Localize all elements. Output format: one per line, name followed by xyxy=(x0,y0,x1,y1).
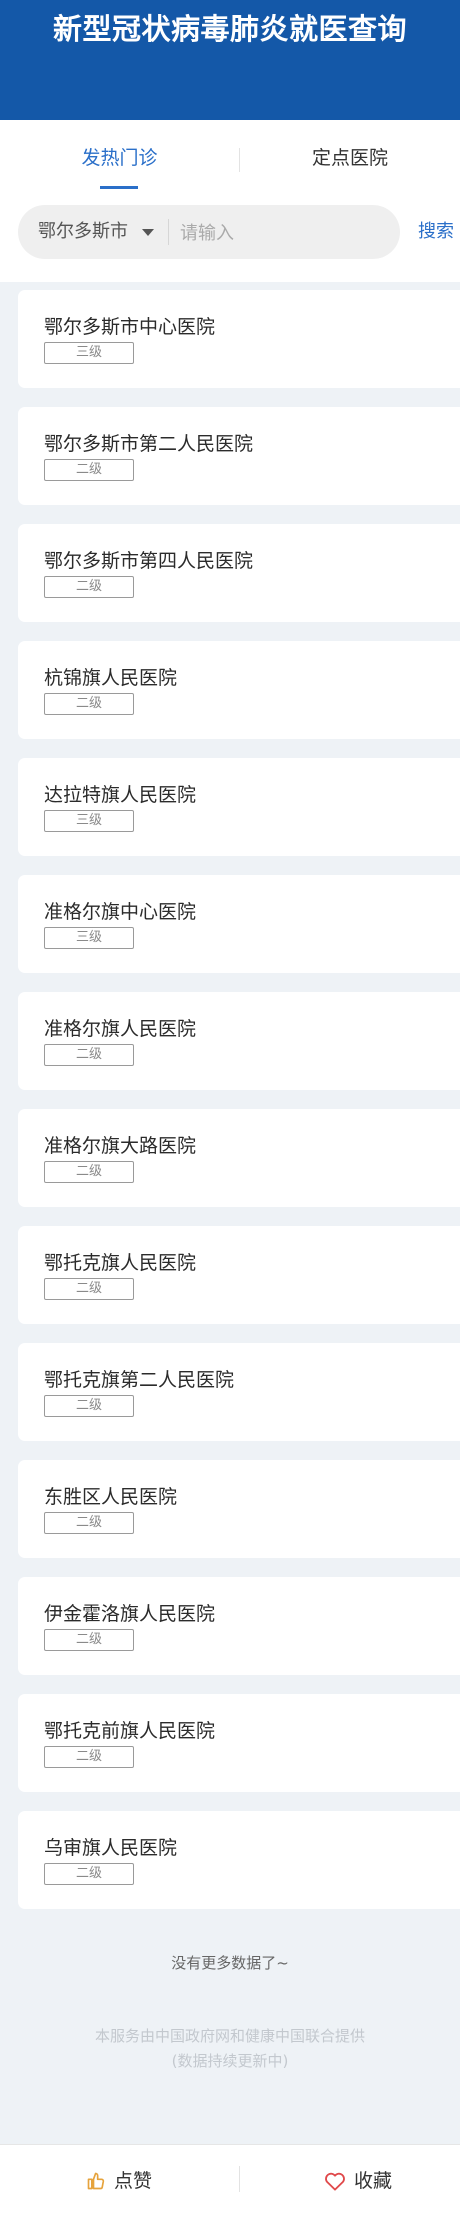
hospital-name: 鄂尔多斯市中心医院 xyxy=(44,316,216,338)
hospital-card[interactable]: 鄂托克旗第二人民医院 二级 xyxy=(18,1343,460,1441)
bottom-divider xyxy=(239,2166,240,2192)
hospital-name: 乌审旗人民医院 xyxy=(44,1837,178,1859)
footer-line-1: 本服务由中国政府网和健康中国联合提供 xyxy=(94,2027,365,2045)
hospital-level-badge: 二级 xyxy=(44,1512,134,1534)
hospital-card[interactable]: 鄂尔多斯市第四人民医院 二级 xyxy=(18,524,460,622)
hospital-card[interactable]: 准格尔旗大路医院 二级 xyxy=(18,1109,460,1207)
hospital-level-badge: 二级 xyxy=(44,1395,134,1417)
hospital-level-badge: 三级 xyxy=(44,927,134,949)
footer-line-2: (数据持续更新中) xyxy=(171,2052,289,2070)
hospital-card[interactable]: 鄂托克旗人民医院 二级 xyxy=(18,1226,460,1324)
tab-fever-clinic[interactable]: 发热门诊 xyxy=(0,120,239,202)
hospital-card[interactable]: 准格尔旗人民医院 二级 xyxy=(18,992,460,1090)
list-end-text: 没有更多数据了~ xyxy=(171,1954,289,1972)
hospital-card[interactable]: 鄂托克前旗人民医院 二级 xyxy=(18,1694,460,1792)
hospital-level-badge: 二级 xyxy=(44,1161,134,1183)
hospital-name: 伊金霍洛旗人民医院 xyxy=(44,1603,216,1625)
footer-note: 本服务由中国政府网和健康中国联合提供 (数据持续更新中) xyxy=(0,2024,460,2074)
heart-icon xyxy=(325,2172,345,2191)
hospital-name: 鄂托克前旗人民医院 xyxy=(44,1720,216,1742)
city-select[interactable]: 鄂尔多斯市 xyxy=(38,205,128,259)
hospital-card[interactable]: 鄂尔多斯市第二人民医院 二级 xyxy=(18,407,460,505)
search-button[interactable]: 搜索 xyxy=(418,205,454,259)
hospital-name: 鄂托克旗第二人民医院 xyxy=(44,1369,235,1391)
hospital-level-badge: 二级 xyxy=(44,1278,134,1300)
hospital-card[interactable]: 准格尔旗中心医院 三级 xyxy=(18,875,460,973)
like-button[interactable]: 点赞 xyxy=(86,2166,152,2196)
hospital-level-badge: 二级 xyxy=(44,1746,134,1768)
hospital-name: 准格尔旗中心医院 xyxy=(44,901,197,923)
hospital-name: 准格尔旗大路医院 xyxy=(44,1135,197,1157)
tab-bar: 发热门诊 定点医院 xyxy=(0,120,460,202)
hospital-level-badge: 二级 xyxy=(44,576,134,598)
thumbs-up-icon xyxy=(87,2172,105,2190)
page-title: 新型冠状病毒肺炎就医查询 xyxy=(52,12,407,46)
hospital-name: 鄂托克旗人民医院 xyxy=(44,1252,197,1274)
search-input[interactable] xyxy=(178,212,392,254)
hospital-level-badge: 三级 xyxy=(44,342,134,364)
hospital-level-badge: 二级 xyxy=(44,1044,134,1066)
hospital-level-badge: 二级 xyxy=(44,693,134,715)
favorite-button[interactable]: 收藏 xyxy=(324,2166,392,2196)
hospital-name: 准格尔旗人民医院 xyxy=(44,1018,197,1040)
hospital-name: 鄂尔多斯市第二人民医院 xyxy=(44,433,254,455)
favorite-label: 收藏 xyxy=(354,2170,393,2192)
hospital-level-badge: 三级 xyxy=(44,810,134,832)
hospital-name: 达拉特旗人民医院 xyxy=(44,784,197,806)
hospital-level-badge: 二级 xyxy=(44,459,134,481)
tab-divider xyxy=(239,148,240,172)
hospital-name: 杭锦旗人民医院 xyxy=(44,667,178,689)
hospital-level-badge: 二级 xyxy=(44,1629,134,1651)
active-tab-indicator xyxy=(100,186,138,189)
hospital-card[interactable]: 伊金霍洛旗人民医院 二级 xyxy=(18,1577,460,1675)
hospital-card[interactable]: 乌审旗人民医院 二级 xyxy=(18,1811,460,1909)
like-label: 点赞 xyxy=(114,2170,153,2192)
hospital-card[interactable]: 鄂尔多斯市中心医院 三级 xyxy=(18,290,460,388)
hospital-card[interactable]: 东胜区人民医院 二级 xyxy=(18,1460,460,1558)
hospital-card[interactable]: 杭锦旗人民医院 二级 xyxy=(18,641,460,739)
hospital-list: 鄂尔多斯市中心医院 三级 鄂尔多斯市第二人民医院 二级 鄂尔多斯市第四人民医院 二级 杭锦旗… xyxy=(18,290,460,1928)
hospital-name: 东胜区人民医院 xyxy=(44,1486,178,1508)
hospital-card[interactable]: 达拉特旗人民医院 三级 xyxy=(18,758,460,856)
search-divider xyxy=(168,219,169,245)
hospital-level-badge: 二级 xyxy=(44,1863,134,1885)
caret-down-icon[interactable] xyxy=(142,229,154,236)
tab-designated-hospital[interactable]: 定点医院 xyxy=(240,120,460,202)
hospital-name: 鄂尔多斯市第四人民医院 xyxy=(44,550,254,572)
